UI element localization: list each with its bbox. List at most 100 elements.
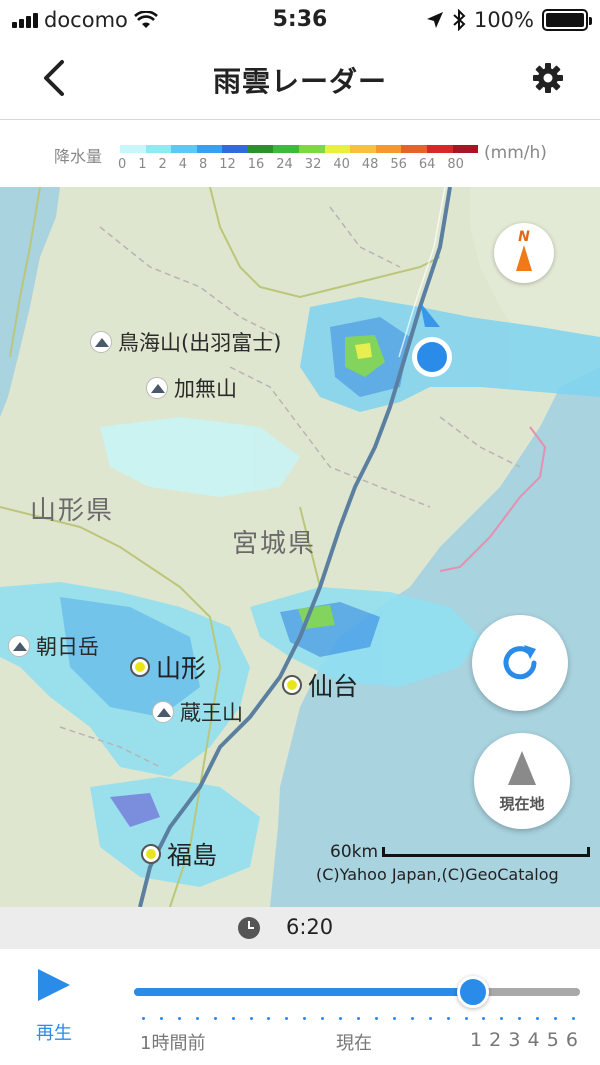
prefecture-miyagi: 宮城県 <box>232 529 317 559</box>
play-icon[interactable] <box>38 969 70 1001</box>
timeline-hour-1: 1 <box>470 1029 483 1051</box>
legend-color-10 <box>375 145 402 153</box>
place-zao: 蔵王山 <box>152 697 243 727</box>
city-marker-icon <box>141 844 161 864</box>
gear-icon[interactable] <box>532 62 564 94</box>
location-arrow-icon <box>426 12 443 28</box>
timeline-dot <box>374 1017 378 1020</box>
timeline-dot <box>446 1017 450 1020</box>
timeline-dot <box>500 1017 504 1020</box>
legend-tick-2: 2 <box>158 157 167 172</box>
legend-color-4 <box>222 145 248 153</box>
timeline-dot <box>464 1017 468 1020</box>
legend-label: 降水量 <box>54 147 103 166</box>
timeline-dot <box>249 1017 253 1020</box>
city-marker-icon <box>130 657 150 677</box>
navigation-arrow-icon <box>508 751 536 785</box>
timeline-hour-4: 4 <box>527 1029 540 1051</box>
legend-color-0 <box>120 145 146 153</box>
timeline-slider-thumb[interactable] <box>456 976 489 1008</box>
timeline-dot <box>392 1017 396 1020</box>
place-asahi-label: 朝日岳 <box>36 635 99 659</box>
city-marker-icon <box>282 675 302 695</box>
timeline-dot <box>177 1017 181 1020</box>
legend-tick-11: 56 <box>390 157 407 172</box>
place-asahi: 朝日岳 <box>8 631 99 661</box>
nav-bar: 雨雲レーダー <box>0 40 600 120</box>
timeline-dot <box>231 1017 235 1020</box>
timeline-label-now: 現在 <box>336 1033 372 1054</box>
timeline-dot <box>159 1017 163 1020</box>
timeline-dot <box>195 1017 199 1020</box>
time-bar: 6:20 <box>0 907 600 949</box>
timeline-hour-2: 2 <box>489 1029 502 1051</box>
place-sendai: 仙台 <box>282 667 358 703</box>
page-title: 雨雲レーダー <box>212 65 387 98</box>
forecast-time: 6:20 <box>286 915 334 939</box>
refresh-button[interactable] <box>472 615 568 711</box>
playback-controls: 再生 1時間前 現在 123456 <box>0 949 600 1065</box>
timeline-dot <box>572 1017 575 1020</box>
timeline-dot <box>482 1017 486 1020</box>
timeline-slider[interactable] <box>134 988 580 996</box>
timeline-slider-fill <box>134 988 473 996</box>
clock-icon <box>238 917 260 939</box>
refresh-icon <box>503 645 537 680</box>
legend-tick-4: 8 <box>199 157 208 172</box>
precipitation-legend: 降水量 0 1 2 4 8 12 16 24 32 40 48 56 64 80 (mm/h) <box>0 121 600 187</box>
legend-color-9 <box>350 145 376 153</box>
play-button-label[interactable]: 再生 <box>36 1019 72 1045</box>
map-copyright: (C)Yahoo Japan,(C)GeoCatalog <box>316 865 559 884</box>
legend-color-5 <box>247 145 274 153</box>
place-fukushima: 福島 <box>141 836 217 872</box>
legend-tick-7: 24 <box>276 157 293 172</box>
legend-tick-10: 48 <box>361 157 379 172</box>
timeline-dot <box>321 1017 325 1020</box>
timeline-hour-5: 5 <box>546 1029 559 1051</box>
legend-color-13 <box>452 145 479 153</box>
legend-ticks: 0 1 2 4 8 12 16 24 32 40 48 56 64 80 <box>118 157 464 172</box>
legend-tick-12: 64 <box>418 157 436 172</box>
map-scale-label: 60km <box>330 842 379 862</box>
compass-n-label: N <box>518 229 530 245</box>
legend-color-1 <box>145 145 172 153</box>
timeline-dot <box>303 1017 307 1020</box>
battery-percent: 100% <box>473 8 534 32</box>
legend-tick-0: 0 <box>118 157 127 172</box>
compass-button[interactable]: N <box>494 223 554 283</box>
compass-needle-icon <box>516 245 532 271</box>
timeline-dot <box>518 1017 522 1020</box>
timeline-dot <box>213 1017 217 1020</box>
place-kamuro: 加無山 <box>146 373 237 403</box>
radar-map[interactable]: 鳥海山(出羽富士) 加無山 山形県 宮城県 朝日岳 山形 蔵王山 仙台 福島 N… <box>0 187 600 907</box>
current-location-button[interactable]: 現在地 <box>474 733 570 829</box>
timeline-dot <box>410 1017 414 1020</box>
legend-color-8 <box>324 145 351 153</box>
timeline-dot <box>267 1017 271 1020</box>
timeline-tick-dots <box>142 1017 575 1023</box>
legend-tick-1: 1 <box>138 157 147 172</box>
mountain-icon <box>8 635 30 657</box>
place-yamagata-city: 山形 <box>130 649 206 685</box>
place-fukushima-label: 福島 <box>167 841 218 870</box>
legend-tick-6: 16 <box>247 157 265 172</box>
mountain-icon <box>90 331 112 353</box>
timeline-hours: 123456 <box>470 1029 578 1051</box>
legend-tick-8: 32 <box>304 157 322 172</box>
legend-color-3 <box>196 145 223 153</box>
mountain-icon <box>152 701 174 723</box>
place-zao-label: 蔵王山 <box>180 701 243 725</box>
status-bar: docomo 5:36 100% <box>0 0 600 40</box>
timeline-hour-6: 6 <box>565 1029 578 1051</box>
place-yamagata-city-label: 山形 <box>156 654 207 683</box>
legend-color-2 <box>171 145 197 153</box>
legend-color-11 <box>401 145 427 153</box>
legend-color-6 <box>273 145 300 153</box>
bluetooth-icon <box>453 9 466 31</box>
battery-icon <box>542 9 592 31</box>
legend-color-7 <box>299 145 325 153</box>
timeline-dot <box>285 1017 289 1020</box>
current-location-label: 現在地 <box>499 795 545 813</box>
place-chokai: 鳥海山(出羽富士) <box>90 327 281 357</box>
timeline-label-start: 1時間前 <box>140 1033 206 1054</box>
